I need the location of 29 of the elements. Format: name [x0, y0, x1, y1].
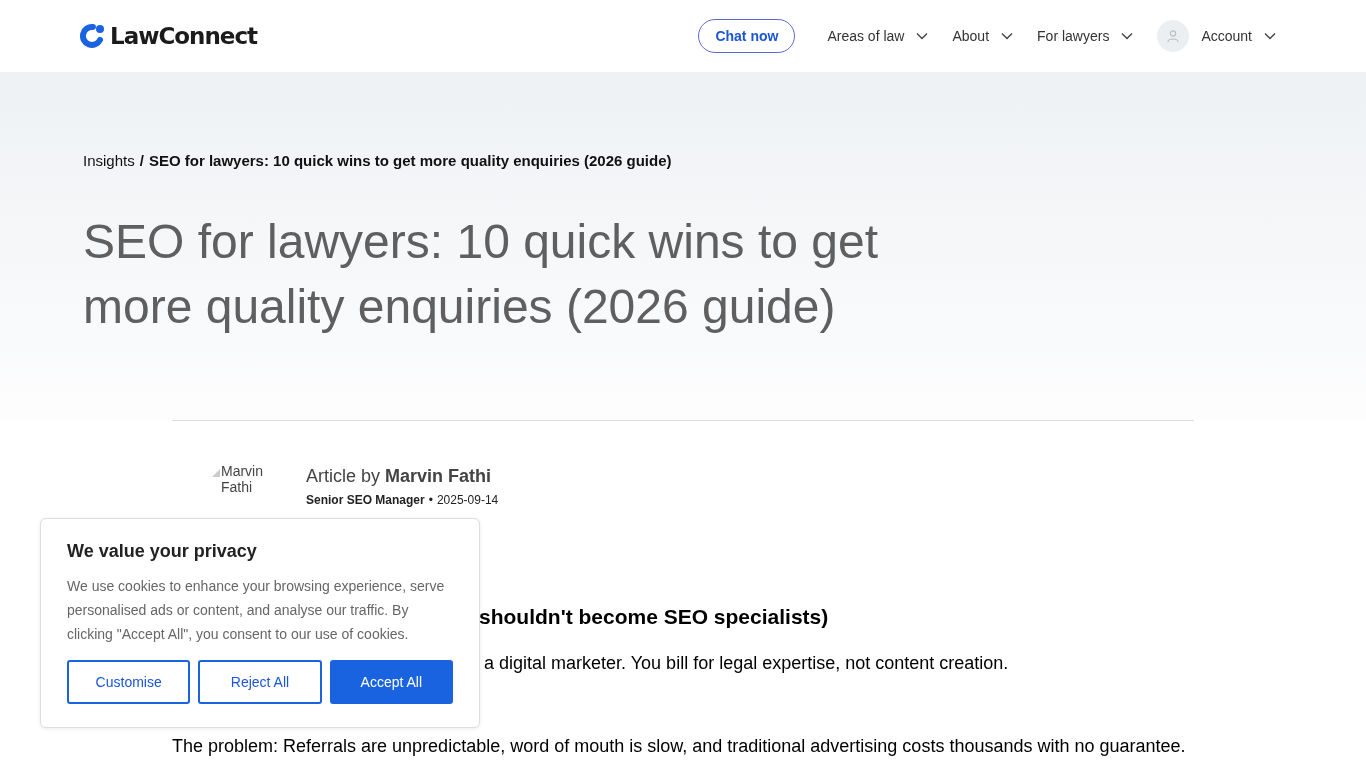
author-role: Senior SEO Manager — [306, 493, 425, 507]
broken-image-icon — [212, 469, 220, 477]
accept-button[interactable]: Accept All — [329, 660, 453, 704]
nav-link[interactable]: For lawyers — [1037, 28, 1110, 44]
cookie-option-button[interactable]: Reject All — [198, 660, 322, 704]
logo-icon — [80, 23, 106, 49]
cookie-text: We use cookies to enhance your browsing experience, serve personalised ads or content, and analyse our traffic. By clicking "Accept All", you consent to our use of cookies. — [67, 577, 446, 644]
chevron-down-icon[interactable] — [1264, 32, 1276, 40]
paragraph: The problem: Referrals are unpredictable, word of mouth is slow, and traditional advertising costs thousands with no guarantee. — [172, 736, 1187, 757]
chevron-down-icon[interactable] — [1121, 32, 1134, 40]
breadcrumb-separator: / — [139, 152, 144, 169]
cookie-title: We value your privacy — [67, 541, 258, 562]
article-title: SEO for lawyers: 10 quick wins to get more quality enquiries (2026 guide) — [83, 214, 879, 335]
cookie-option-button[interactable]: Customise — [67, 660, 191, 704]
meta-separator: • — [428, 493, 433, 507]
nav-link[interactable]: Areas of law — [827, 28, 905, 44]
breadcrumb-current: SEO for lawyers: 10 quick wins to get more quality enquiries (2026 guide) — [148, 152, 672, 169]
chevron-down-icon[interactable] — [916, 32, 929, 40]
nav-link[interactable]: Account — [1201, 28, 1252, 44]
image-alt-text: Marvin Fathi — [221, 462, 264, 495]
breadcrumb-link[interactable]: Insights — [83, 152, 135, 169]
author-byline: Article by Marvin Fathi — [306, 465, 493, 487]
nav-link[interactable]: About — [952, 28, 990, 44]
section-heading: shouldn't become SEO specialists) — [479, 605, 830, 629]
article-date: 2025-09-14 — [436, 493, 499, 507]
paragraph: a digital marketer. You bill for legal expertise, not content creation. — [484, 653, 1010, 674]
chevron-down-icon[interactable] — [1001, 32, 1014, 40]
chat-button[interactable]: Chat now — [698, 19, 796, 53]
logo-text[interactable]: LawConnect — [110, 23, 258, 49]
